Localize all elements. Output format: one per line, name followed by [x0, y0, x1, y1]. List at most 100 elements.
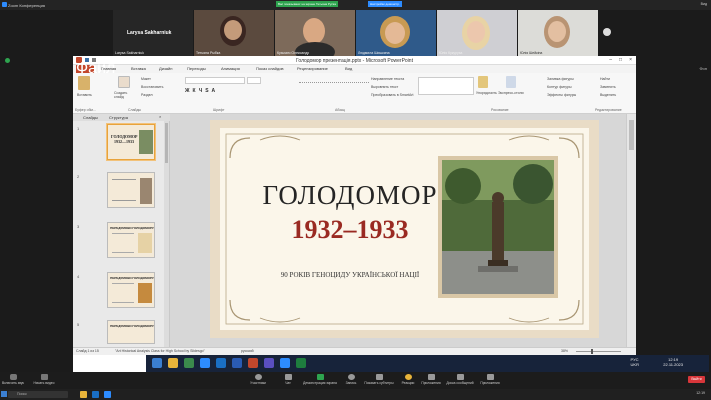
- layout-button[interactable]: Макет: [141, 77, 151, 81]
- quick-styles-button[interactable]: Экспресс-стили: [498, 91, 524, 95]
- select-button[interactable]: Выделить: [600, 93, 616, 97]
- tab-view[interactable]: Вид: [345, 66, 352, 71]
- slide-years: 1932–1933: [291, 215, 409, 244]
- text-direction-button[interactable]: Направление текста: [371, 77, 404, 81]
- security-icon[interactable]: [5, 58, 10, 63]
- windows-clock[interactable]: 12:19: [696, 391, 705, 395]
- align-text-button[interactable]: Выровнять текст: [371, 85, 398, 89]
- close-button[interactable]: ×: [629, 57, 632, 63]
- slide-thumbnail[interactable]: [107, 172, 155, 208]
- tab-slideshow[interactable]: Показ слайдов: [256, 66, 284, 71]
- edge-icon[interactable]: [92, 391, 99, 398]
- shapes-gallery[interactable]: [418, 77, 474, 95]
- slide-thumbnail[interactable]: ГОЛОДОМОР 1932—1933: [107, 124, 155, 160]
- more-button[interactable]: Приложения: [478, 374, 502, 385]
- record-button[interactable]: Запись: [343, 374, 359, 385]
- close-pane-icon[interactable]: ×: [159, 114, 161, 119]
- slide-thumbnail[interactable]: ПЕРЕДУМОВИ ГОЛОДОМОРУ: [107, 320, 155, 344]
- taskbar-clock[interactable]: 12:19 22.11.2023: [663, 357, 683, 367]
- tab-file[interactable]: Файл: [76, 61, 115, 77]
- reset-button[interactable]: Восстановить: [141, 85, 163, 89]
- section-button[interactable]: Раздел: [141, 93, 153, 97]
- shape-outline-button[interactable]: Контур фигуры: [547, 85, 571, 89]
- current-slide[interactable]: ГОЛОДОМОР 1932–1933 90 РОКІВ ГЕНОЦИДУ УК…: [210, 120, 599, 338]
- unmute-button[interactable]: Включить звук: [2, 374, 24, 385]
- windows-search[interactable]: Поиск: [8, 391, 68, 398]
- group-drawing: Рисование: [491, 108, 509, 112]
- arrange-icon[interactable]: [478, 76, 488, 88]
- new-slide-icon[interactable]: [118, 76, 130, 88]
- tab-home[interactable]: Главная: [101, 66, 116, 71]
- tab-slides[interactable]: Слайды: [83, 115, 98, 120]
- powerpoint-icon[interactable]: [248, 358, 258, 368]
- tab-insert[interactable]: Вставка: [131, 66, 146, 71]
- quick-styles-icon[interactable]: [506, 76, 516, 88]
- shape-fill-button[interactable]: Заливка фигуры: [547, 77, 574, 81]
- paste-icon[interactable]: [78, 76, 90, 90]
- explorer-icon[interactable]: [168, 358, 178, 368]
- slide-thumbnail[interactable]: ПЕРЕДУМОВИ ГОЛОДОМОРУ: [107, 272, 155, 308]
- zoom-titlebar: Zoom Конференция Вас показывают на экран…: [0, 0, 711, 10]
- language-indicator[interactable]: русский: [241, 349, 254, 353]
- smartart-button[interactable]: Преобразовать в SmartArt: [371, 93, 413, 97]
- participant-tile[interactable]: Людмила Шишкина: [356, 10, 436, 56]
- leave-button[interactable]: Выйти: [688, 376, 705, 383]
- font-format-buttons[interactable]: ЖКЧSA: [185, 88, 265, 94]
- view-button[interactable]: Вид: [701, 2, 707, 6]
- whiteboard-button[interactable]: Доска сообщений: [444, 374, 476, 385]
- participant-tile[interactable]: Юлія Шейкіна: [518, 10, 598, 56]
- zoom-level[interactable]: 38%: [561, 349, 568, 353]
- participants-button[interactable]: Участники: [246, 374, 270, 385]
- reactions-button[interactable]: Реакции: [399, 374, 417, 385]
- zoom-window-title: Zoom Конференция: [8, 3, 45, 8]
- font-size-field[interactable]: [247, 77, 261, 84]
- ppt-window-title: Голодомор презентація.pptx - Microsoft P…: [296, 57, 413, 64]
- minimize-button[interactable]: –: [609, 57, 612, 63]
- tab-animation[interactable]: Анимация: [221, 66, 240, 71]
- participant-tile-self[interactable]: Larysa Sakharniuk Larysa Sakharniuk: [113, 10, 193, 56]
- tab-review[interactable]: Рецензирование: [297, 66, 328, 71]
- list-buttons[interactable]: [299, 77, 369, 83]
- new-slide-button[interactable]: Создать слайд: [114, 91, 134, 99]
- tab-outline[interactable]: Структура: [109, 115, 128, 120]
- zoom-app-icon[interactable]: [200, 358, 210, 368]
- thumbnail-number: 5: [77, 322, 80, 327]
- zoom-slider-thumb[interactable]: [591, 349, 593, 354]
- chat-button[interactable]: Чат: [280, 374, 296, 385]
- apps-label: Приложения: [421, 381, 441, 385]
- share-settings-button[interactable]: Настройки демонстр.: [368, 1, 402, 7]
- participant-tile[interactable]: Юлія Кукуруза: [437, 10, 517, 56]
- arrange-button[interactable]: Упорядочить: [476, 91, 497, 95]
- apps-button[interactable]: Приложения: [419, 374, 443, 385]
- keyboard-language[interactable]: РУС UKR: [631, 357, 639, 367]
- explorer-icon[interactable]: [80, 391, 87, 398]
- zoom-app-icon-2[interactable]: [280, 358, 290, 368]
- captions-button[interactable]: Показать субтитры: [362, 374, 396, 385]
- start-video-button[interactable]: Начать видео: [32, 374, 56, 385]
- start-icon[interactable]: [152, 358, 162, 368]
- zoom-app-icon[interactable]: [104, 391, 111, 398]
- excel-icon[interactable]: [296, 358, 306, 368]
- replace-button[interactable]: Заменить: [600, 85, 616, 89]
- share-screen-button[interactable]: Демонстрация экрана: [300, 374, 340, 385]
- maximize-button[interactable]: □: [619, 57, 622, 63]
- whiteboard-icon: [456, 374, 464, 380]
- next-page-icon[interactable]: [603, 28, 611, 36]
- paste-button[interactable]: Вставить: [77, 93, 92, 97]
- font-name-field[interactable]: [185, 77, 245, 84]
- participant-tile[interactable]: Тетьяна Рыбка: [194, 10, 274, 56]
- slide-thumbnail[interactable]: ПЕРЕДУМОВИ ГОЛОДОМОРУ: [107, 222, 155, 258]
- word-icon[interactable]: [232, 358, 242, 368]
- edge-icon[interactable]: [216, 358, 226, 368]
- windows-start-icon[interactable]: [1, 391, 7, 397]
- app-icon[interactable]: [264, 358, 274, 368]
- tab-design[interactable]: Дизайн: [159, 66, 172, 71]
- chrome-icon[interactable]: [184, 358, 194, 368]
- tab-transitions[interactable]: Переходы: [187, 66, 206, 71]
- pane-scrollbar[interactable]: [164, 121, 169, 347]
- participant-tile[interactable]: Кузьмич Олександр: [275, 10, 355, 56]
- zoom-slider[interactable]: [576, 351, 621, 352]
- editor-scrollbar[interactable]: [626, 114, 636, 347]
- find-button[interactable]: Найти: [600, 77, 610, 81]
- shape-effects-button[interactable]: Эффекты фигуры: [547, 93, 576, 97]
